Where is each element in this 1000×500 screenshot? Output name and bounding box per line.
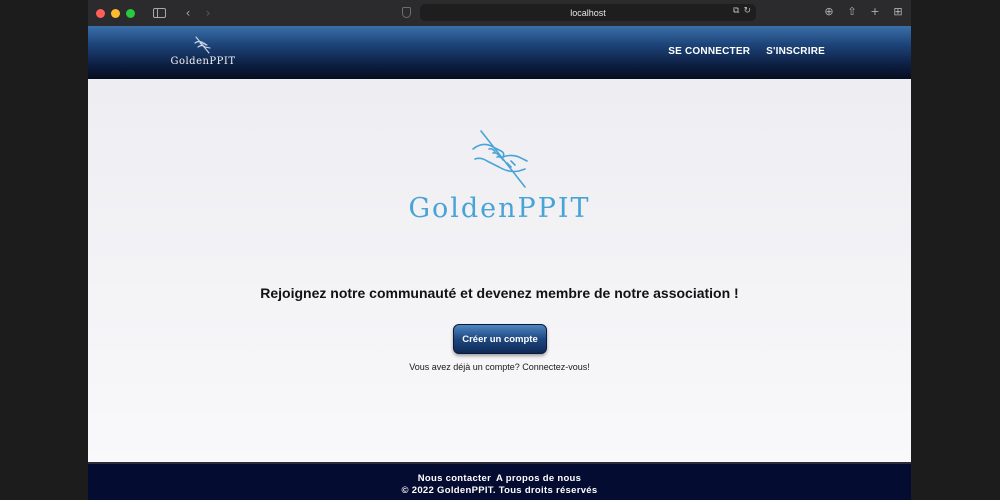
- url-text: localhost: [570, 7, 606, 18]
- address-bar[interactable]: localhost ⧉ ↻: [420, 4, 756, 21]
- header-nav: SE CONNECTER S'INSCRIRE: [668, 46, 825, 57]
- translate-icon[interactable]: ⧉: [733, 6, 739, 16]
- main-content: GoldenPPIT Rejoignez notre communauté et…: [88, 79, 911, 462]
- about-link[interactable]: A propos de nous: [496, 473, 581, 484]
- download-icon[interactable]: ⊕: [822, 5, 836, 18]
- new-tab-icon[interactable]: +: [868, 5, 882, 18]
- shield-icon[interactable]: [402, 7, 411, 18]
- login-hint-link[interactable]: Vous avez déjà un compte? Connectez-vous…: [88, 362, 911, 372]
- brand-name: GoldenPPIT: [408, 193, 591, 224]
- minimize-window-button[interactable]: [111, 8, 120, 18]
- contact-link[interactable]: Nous contacter: [418, 473, 491, 484]
- headline: Rejoignez notre communauté et devenez me…: [260, 285, 739, 301]
- close-window-button[interactable]: [96, 8, 105, 18]
- footer-links: Nous contacter A propos de nous: [88, 473, 911, 484]
- tab-overview-icon[interactable]: ⊞: [891, 5, 905, 18]
- forward-icon[interactable]: ›: [200, 6, 216, 20]
- login-link[interactable]: SE CONNECTER: [668, 46, 750, 57]
- copyright-text: © 2022 GoldenPPIT. Tous droits réservés: [401, 485, 598, 496]
- browser-toolbar: ‹ › localhost ⧉ ↻ ⊕ ⇧ + ⊞: [88, 0, 911, 26]
- site-footer: Nous contacter A propos de nous © 2022 G…: [88, 462, 911, 500]
- back-icon[interactable]: ‹: [180, 6, 196, 20]
- handshake-logo-icon: [471, 130, 528, 188]
- window-controls: [96, 8, 135, 18]
- header-logo[interactable]: GoldenPPIT: [168, 36, 238, 67]
- hero-logo: GoldenPPIT: [88, 129, 911, 224]
- sidebar-icon[interactable]: [153, 8, 166, 18]
- create-account-button[interactable]: Créer un compte: [453, 324, 547, 354]
- signup-link[interactable]: S'INSCRIRE: [766, 46, 825, 57]
- reload-icon[interactable]: ↻: [743, 6, 751, 16]
- header-logo-text: GoldenPPIT: [170, 56, 236, 67]
- handshake-icon: [194, 36, 211, 54]
- maximize-window-button[interactable]: [126, 8, 135, 18]
- site-header: GoldenPPIT SE CONNECTER S'INSCRIRE: [88, 26, 911, 79]
- share-icon[interactable]: ⇧: [845, 5, 859, 18]
